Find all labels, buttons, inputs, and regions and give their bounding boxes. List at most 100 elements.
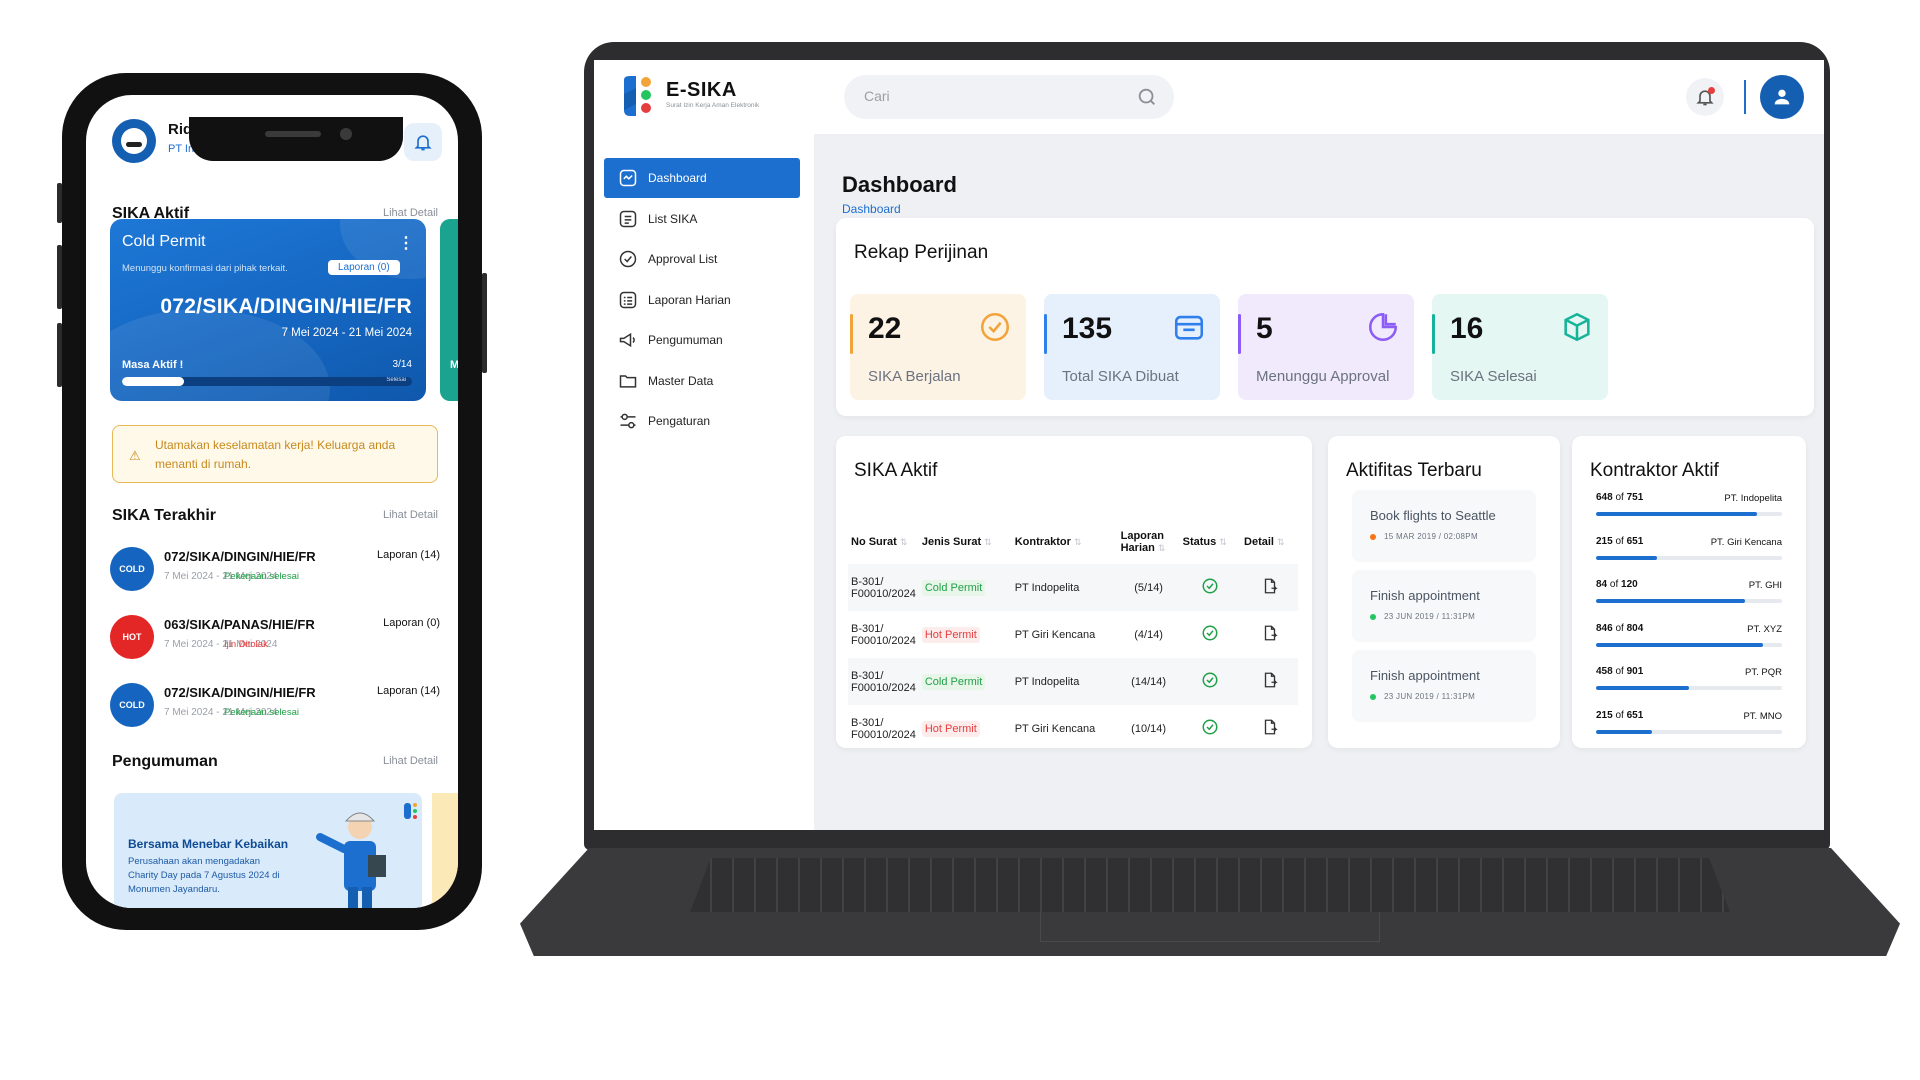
column-header[interactable]: Kontraktor ⇅ bbox=[1012, 520, 1118, 564]
activity-item[interactable]: Book flights to Seattle 15 MAR 2019 / 02:… bbox=[1352, 490, 1536, 562]
column-header[interactable]: No Surat ⇅ bbox=[848, 520, 919, 564]
sidebar-item-label: Laporan Harian bbox=[648, 292, 731, 307]
stat-card[interactable]: 5 Menunggu Approval bbox=[1238, 294, 1414, 400]
contractor-name: PT. PQR bbox=[1745, 667, 1782, 678]
stat-value: 5 bbox=[1256, 312, 1273, 345]
sidebar-item-label: Pengaturan bbox=[648, 414, 711, 428]
column-header[interactable]: Laporan Harian ⇅ bbox=[1118, 520, 1180, 564]
cell-detail[interactable] bbox=[1241, 564, 1298, 611]
contractor-progress-fill bbox=[1596, 642, 1764, 647]
check-circle-icon bbox=[1202, 625, 1218, 641]
permit-number: 063/SIKA/PANAS/HIE/FR bbox=[164, 617, 315, 632]
stat-label: Total SIKA Dibuat bbox=[1062, 368, 1179, 385]
contractor-count: 846 of 804 bbox=[1596, 622, 1644, 634]
table-row[interactable]: B-301/ F00010/2024 Cold Permit PT Indopeli… bbox=[848, 658, 1298, 705]
activity-dot bbox=[1370, 693, 1376, 700]
aktifitas-panel: Aktifitas Terbaru Book flights to Seattl… bbox=[1328, 436, 1560, 748]
document-detail-icon[interactable] bbox=[1261, 577, 1279, 595]
column-header[interactable]: Jenis Surat ⇅ bbox=[919, 520, 1012, 564]
sidebar-item-dashboard[interactable]: Dashboard bbox=[604, 158, 800, 198]
sidebar-item-approval-list[interactable]: Approval List bbox=[604, 239, 800, 279]
phone-volume-up-button bbox=[57, 245, 62, 309]
stat-card[interactable]: 22 SIKA Berjalan bbox=[850, 294, 1026, 400]
next-announcement-card[interactable] bbox=[432, 793, 458, 908]
notification-button[interactable] bbox=[404, 123, 442, 161]
brand-name: E-SIKA bbox=[666, 79, 737, 101]
cell-kontraktor: PT Indopelita bbox=[1011, 658, 1118, 705]
announcement-body: Perusahaan akan mengadakan Charity Day p… bbox=[128, 856, 280, 895]
folder-icon bbox=[619, 374, 637, 388]
column-header-label: Jenis Surat bbox=[921, 536, 982, 548]
sika-terakhir-detail-link[interactable]: Lihat Detail bbox=[383, 509, 438, 521]
safety-warning: ⚠ Utamakan keselamatan kerja! Keluarga a… bbox=[112, 425, 438, 483]
sort-icon[interactable]: ⇅ bbox=[900, 537, 908, 547]
sidebar-item-label: Pengumuman bbox=[648, 333, 723, 347]
active-permit-card[interactable]: Cold Permit ⋮ Menunggu konfirmasi dari p… bbox=[110, 219, 426, 401]
search-input[interactable]: Cari bbox=[864, 88, 890, 104]
list-item[interactable]: COLD 072/SIKA/DINGIN/HIE/FR 7 Mei 2024 - 2… bbox=[110, 677, 440, 735]
cell-kontraktor: PT Giri Kencana bbox=[1014, 722, 1096, 735]
stat-value: 22 bbox=[868, 312, 902, 345]
cell-detail[interactable] bbox=[1241, 611, 1298, 658]
pie-icon bbox=[1368, 312, 1398, 342]
document-detail-icon[interactable] bbox=[1261, 624, 1279, 642]
bell-icon bbox=[414, 135, 432, 151]
stat-value: 16 bbox=[1450, 312, 1484, 345]
more-vertical-icon[interactable]: ⋮ bbox=[398, 233, 414, 253]
sidebar: Dashboard List SIKA Approval List Laporan H… bbox=[594, 134, 814, 830]
list-item[interactable]: HOT 063/SIKA/PANAS/HIE/FR 7 Mei 2024 - 21 … bbox=[110, 609, 440, 667]
settings-icon bbox=[620, 413, 636, 429]
e-sika-logo[interactable] bbox=[620, 74, 656, 118]
document-detail-icon[interactable] bbox=[1261, 718, 1279, 736]
search-icon[interactable] bbox=[1136, 86, 1158, 108]
sort-icon[interactable]: ⇅ bbox=[1074, 537, 1082, 547]
sidebar-item-pengumuman[interactable]: Pengumuman bbox=[604, 320, 800, 360]
avatar[interactable] bbox=[112, 119, 156, 163]
permit-type-badge: HOT bbox=[110, 615, 154, 659]
activity-item[interactable]: Finish appointment 23 JUN 2019 / 11:31PM bbox=[1352, 650, 1536, 722]
search-field[interactable]: Cari bbox=[844, 75, 1174, 119]
sidebar-item-pengaturan[interactable]: Pengaturan bbox=[604, 401, 800, 441]
laporan-badge[interactable]: Laporan (0) bbox=[328, 260, 400, 275]
contractor-progress-bar bbox=[1596, 599, 1782, 603]
notification-button[interactable] bbox=[1686, 78, 1724, 116]
check-circle-icon bbox=[619, 250, 637, 268]
list-item[interactable]: COLD 072/SIKA/DINGIN/HIE/FR 7 Mei 2024 - 2… bbox=[110, 541, 440, 599]
desktop-screen: E-SIKA Surat Izin Kerja Aman Elektronik … bbox=[594, 60, 1824, 830]
contractor-progress-fill bbox=[1596, 686, 1689, 690]
cell-detail[interactable] bbox=[1241, 658, 1298, 705]
next-permit-card[interactable]: M bbox=[440, 219, 458, 401]
sort-icon[interactable]: ⇅ bbox=[1219, 537, 1227, 547]
activity-item[interactable]: Finish appointment 23 JUN 2019 / 11:31PM bbox=[1352, 570, 1536, 642]
announcement-banner[interactable]: Bersama Menebar Kebaikan Perusahaan akan… bbox=[114, 793, 422, 908]
table-row[interactable]: B-301/ F00010/2024 Hot Permit PT Giri Kenc… bbox=[848, 611, 1298, 658]
column-header[interactable]: Detail ⇅ bbox=[1241, 520, 1298, 564]
permit-status-text: Menunggu konfirmasi dari pihak terkait. bbox=[122, 263, 288, 274]
report-icon bbox=[619, 291, 637, 308]
sort-icon[interactable]: ⇅ bbox=[984, 537, 992, 547]
document-detail-icon[interactable] bbox=[1261, 671, 1279, 689]
sort-icon[interactable]: ⇅ bbox=[1277, 537, 1285, 547]
contractor-name: PT. Indopelita bbox=[1724, 493, 1782, 504]
sidebar-item-master-data[interactable]: Master Data bbox=[604, 361, 800, 401]
contractor-progress-fill bbox=[1596, 729, 1652, 734]
cell-no-surat: B-301/ F00010/2024 bbox=[848, 658, 919, 705]
activity-dot bbox=[1370, 613, 1376, 620]
column-header[interactable]: Status ⇅ bbox=[1180, 520, 1241, 564]
check-circle-icon bbox=[1202, 672, 1218, 688]
breadcrumb[interactable]: Dashboard bbox=[842, 202, 901, 216]
table-row[interactable]: B-301/ F00010/2024 Hot Permit PT Giri Kenc… bbox=[848, 705, 1298, 752]
cell-kontraktor: PT Indopelita bbox=[1011, 564, 1118, 611]
sidebar-item-list-sika[interactable]: List SIKA bbox=[604, 199, 800, 239]
sika-aktif-detail-link[interactable]: Lihat Detail bbox=[383, 207, 438, 219]
stat-card[interactable]: 16 SIKA Selesai bbox=[1432, 294, 1608, 400]
stat-card[interactable]: 135 Total SIKA Dibuat bbox=[1044, 294, 1220, 400]
permit-number: 072/SIKA/DINGIN/HIE/FR bbox=[160, 295, 412, 318]
user-avatar-button[interactable] bbox=[1760, 75, 1804, 119]
table-row[interactable]: B-301/ F00010/2024 Cold Permit PT Indopeli… bbox=[848, 564, 1298, 611]
sort-icon[interactable]: ⇅ bbox=[1158, 543, 1166, 553]
sidebar-item-laporan-harian[interactable]: Laporan Harian bbox=[604, 280, 800, 320]
pengumuman-detail-link[interactable]: Lihat Detail bbox=[383, 755, 438, 767]
cell-detail[interactable] bbox=[1241, 705, 1298, 752]
contractor-item: 84 of 120 PT. GHI bbox=[1596, 579, 1782, 619]
